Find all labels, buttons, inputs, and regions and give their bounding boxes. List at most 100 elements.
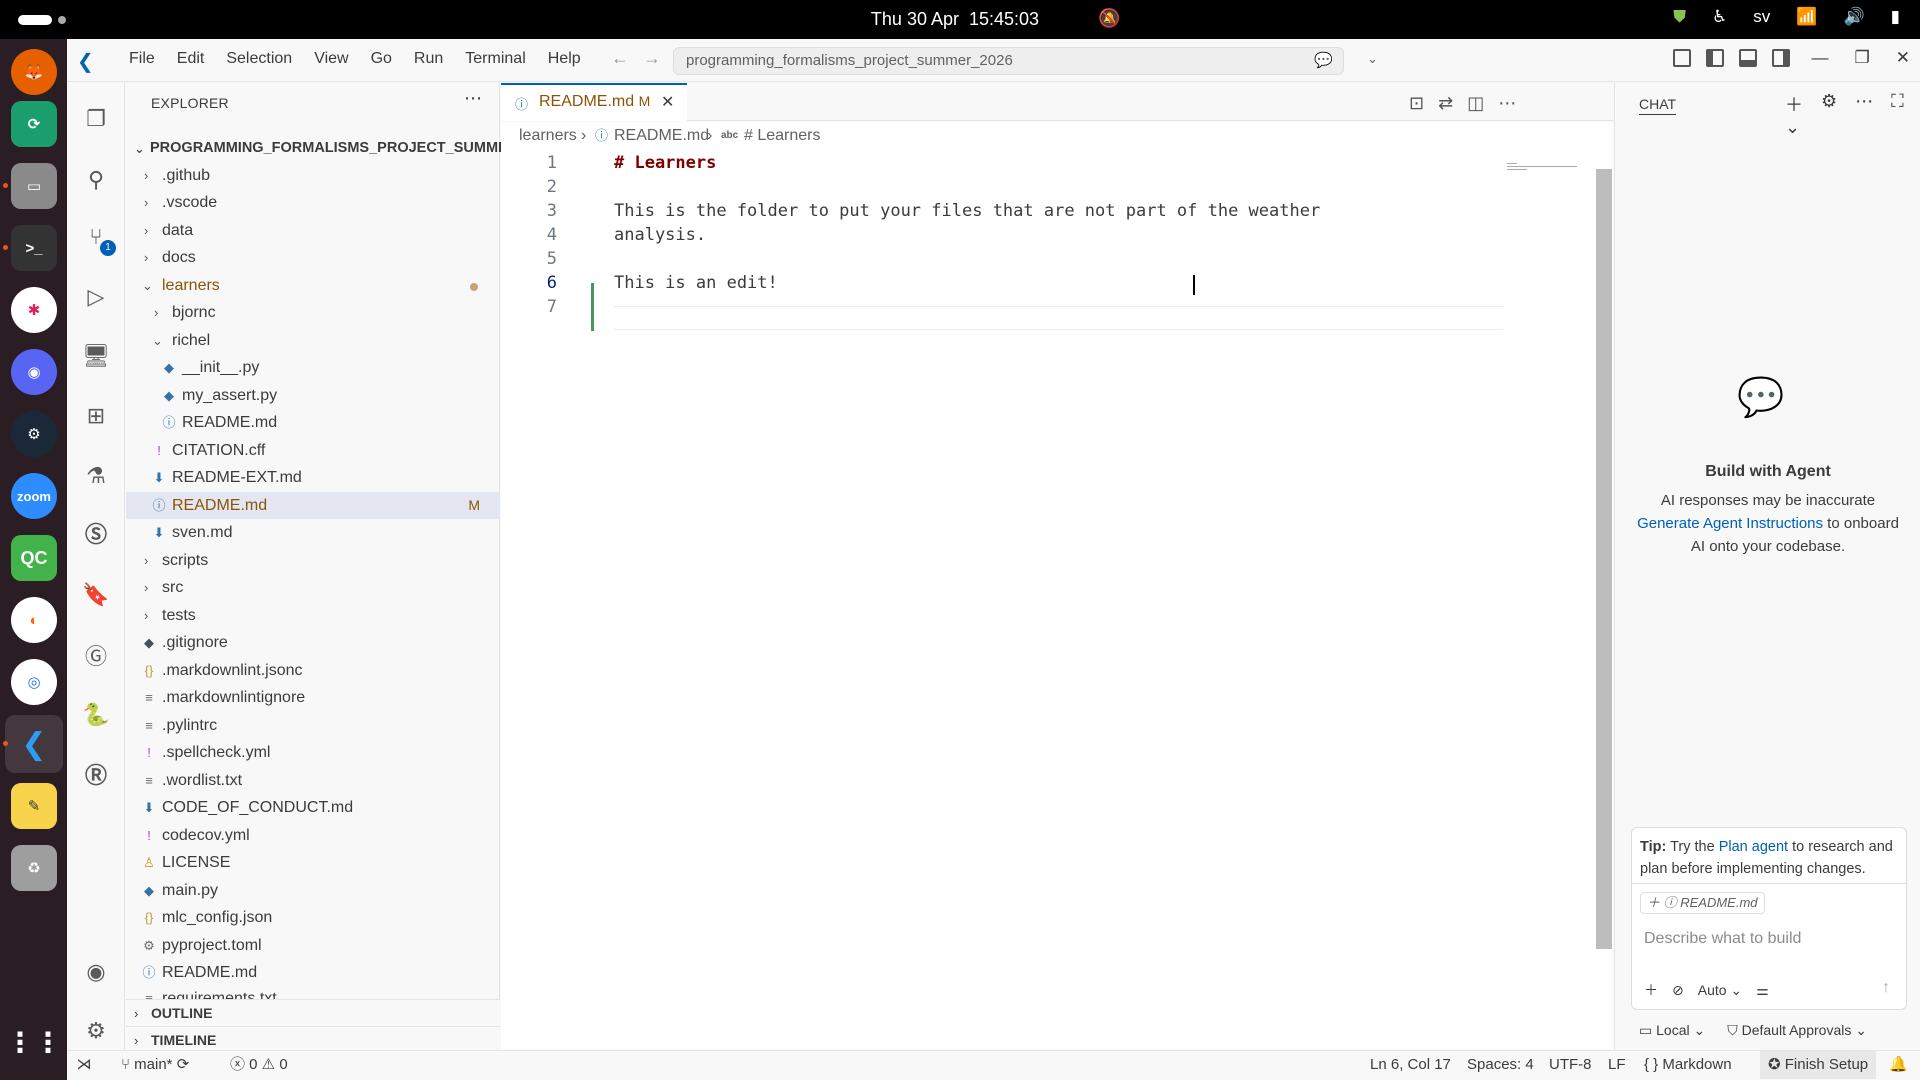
- r-language-icon[interactable]: Ⓡ: [80, 758, 112, 790]
- tree-item-readme-ext[interactable]: ⬇ README-EXT.md: [126, 464, 500, 491]
- python-icon[interactable]: 🐍: [80, 699, 112, 731]
- tree-item-wordlist[interactable]: ≡ .wordlist.txt: [126, 767, 500, 794]
- tree-item-github[interactable]: › .github: [126, 162, 500, 189]
- tree-item-richel-readme[interactable]: ⓘ README.md: [126, 409, 500, 436]
- gitlens-icon[interactable]: Ⓖ: [80, 639, 112, 671]
- tree-item-pylintrc[interactable]: ≡ .pylintrc: [126, 712, 500, 739]
- keyboard-language[interactable]: sv: [1753, 7, 1770, 27]
- more-actions-icon[interactable]: ⋯: [1855, 91, 1873, 138]
- postman-icon[interactable]: ◐: [11, 597, 57, 643]
- tree-item-mlc-config[interactable]: {} mlc_config.json: [126, 904, 500, 931]
- tree-item-markdownlintignore[interactable]: ≡ .markdownlintignore: [126, 684, 500, 711]
- trash-icon[interactable]: ♻: [11, 845, 57, 891]
- tree-item-code-of-conduct[interactable]: ⬇ CODE_OF_CONDUCT.md: [126, 794, 500, 821]
- tree-item-scripts[interactable]: › scripts: [126, 547, 500, 574]
- session-target[interactable]: ▭ Local ⌄: [1639, 1022, 1705, 1039]
- language-mode[interactable]: { } Markdown: [1644, 1051, 1732, 1079]
- finish-setup-button[interactable]: ✪ Finish Setup: [1760, 1051, 1877, 1079]
- source-control-icon[interactable]: ⑂ 1: [80, 221, 116, 256]
- command-center[interactable]: programming_formalisms_project_summer_20…: [673, 47, 1378, 75]
- files-icon[interactable]: ▭: [11, 163, 57, 209]
- show-apps-icon[interactable]: ⋮⋮: [6, 1019, 62, 1065]
- tree-item-main-py[interactable]: ◆ main.py: [126, 877, 500, 904]
- problems-indicator[interactable]: ⓧ 0 ⚠ 0: [230, 1051, 288, 1079]
- maximize-icon[interactable]: ❐: [1855, 48, 1870, 68]
- mode-picker[interactable]: Auto ⌄: [1698, 982, 1742, 999]
- bookmarks-icon[interactable]: 🔖: [80, 579, 112, 611]
- tree-item-gitignore[interactable]: ◆ .gitignore: [126, 629, 500, 656]
- chevron-down-icon[interactable]: ⌄: [1367, 51, 1378, 67]
- menu-file[interactable]: File: [118, 50, 166, 68]
- tree-item-tests[interactable]: › tests: [126, 602, 500, 629]
- testing-icon[interactable]: ⚗: [80, 460, 112, 492]
- tree-item-sven-md[interactable]: ⬇ sven.md: [126, 519, 500, 546]
- end-of-line[interactable]: LF: [1608, 1051, 1626, 1079]
- remote-explorer-icon[interactable]: 🖥: [80, 340, 112, 372]
- more-actions-icon[interactable]: ⋯: [1498, 93, 1516, 114]
- discord-icon[interactable]: ◉: [11, 349, 57, 395]
- tab-readme[interactable]: ⓘ README.md M ✕: [501, 83, 687, 121]
- tree-item-init-py[interactable]: ◆ __init__.py: [126, 354, 500, 381]
- toggle-panel-icon[interactable]: [1739, 49, 1757, 67]
- menu-help[interactable]: Help: [537, 50, 592, 68]
- remote-indicator-icon[interactable]: ⋊: [67, 1051, 101, 1079]
- vscode-icon[interactable]: ❮: [5, 715, 63, 773]
- tools-icon[interactable]: ⊘: [1672, 982, 1684, 999]
- tree-item-my-assert-py[interactable]: ◆ my_assert.py: [126, 382, 500, 409]
- tree-item-license[interactable]: ♙ LICENSE: [126, 849, 500, 876]
- search-icon[interactable]: ⚲: [80, 164, 112, 196]
- indentation[interactable]: Spaces: 4: [1467, 1051, 1534, 1079]
- cursor-position[interactable]: Ln 6, Col 17: [1370, 1051, 1451, 1079]
- qtcreator-icon[interactable]: QC: [11, 535, 57, 581]
- chat-title[interactable]: CHAT: [1639, 96, 1677, 115]
- toggle-secondary-sidebar-icon[interactable]: [1772, 49, 1790, 67]
- chromium-icon[interactable]: ◎: [11, 659, 57, 705]
- accounts-icon[interactable]: ◉: [80, 956, 112, 988]
- context-chip[interactable]: ＋ ⓘ README.md: [1640, 892, 1765, 914]
- editor-scrollbar[interactable]: [1596, 169, 1612, 949]
- tree-item-src[interactable]: › src: [126, 574, 500, 601]
- minimap[interactable]: [1507, 163, 1587, 175]
- timeline-section[interactable]: › TIMELINE: [126, 1026, 500, 1053]
- breadcrumb-file[interactable]: README.md: [614, 122, 709, 149]
- clock[interactable]: Thu 30 Apr 15:45:03: [0, 9, 1920, 30]
- manage-gear-icon[interactable]: ⚙: [80, 1015, 112, 1047]
- more-actions-icon[interactable]: ⋯: [464, 88, 482, 109]
- code-editor[interactable]: 1 # Learners 2 3 This is the folder to put…: [501, 149, 1613, 1049]
- tree-item-pyproject[interactable]: ⚙ pyproject.toml: [126, 932, 500, 959]
- tree-item-docs[interactable]: › docs: [126, 244, 500, 271]
- tree-item-learners[interactable]: ⌄ learners: [126, 272, 500, 299]
- menu-view[interactable]: View: [303, 50, 359, 68]
- close-icon[interactable]: ✕: [1896, 48, 1910, 68]
- back-arrow-icon[interactable]: ←: [611, 48, 629, 69]
- encoding[interactable]: UTF-8: [1549, 1051, 1592, 1079]
- configure-tools-icon[interactable]: ⚌: [1756, 982, 1769, 999]
- tree-item-markdownlint-jsonc[interactable]: {} .markdownlint.jsonc: [126, 657, 500, 684]
- outline-section[interactable]: › OUTLINE: [126, 999, 500, 1026]
- tree-item-codecov[interactable]: ! codecov.yml: [126, 822, 500, 849]
- new-chat-icon[interactable]: ＋⌄: [1785, 91, 1803, 138]
- firefox-icon[interactable]: 🦊: [11, 49, 57, 95]
- copilot-chat-icon[interactable]: 💬: [1314, 51, 1333, 69]
- menu-terminal[interactable]: Terminal: [454, 50, 536, 68]
- menu-go[interactable]: Go: [360, 50, 403, 68]
- slack-icon[interactable]: ✱: [11, 287, 57, 333]
- open-preview-icon[interactable]: ⊡: [1409, 93, 1424, 114]
- notifications-bell-icon[interactable]: 🔔: [1889, 1051, 1908, 1079]
- send-icon[interactable]: ↑: [1882, 979, 1890, 997]
- chat-input-box[interactable]: ＋ ⓘ README.md Describe what to build ＋ ⊘…: [1631, 883, 1907, 1010]
- tree-item-citation[interactable]: ! CITATION.cff: [126, 437, 500, 464]
- terminal-icon[interactable]: >_: [11, 225, 57, 271]
- git-branch[interactable]: ⑂ main* ⟳: [121, 1051, 189, 1079]
- text-editor-icon[interactable]: ✎: [11, 783, 57, 829]
- split-editor-icon[interactable]: ◫: [1467, 93, 1484, 114]
- approvals-picker[interactable]: ⛉ Default Approvals ⌄: [1727, 1022, 1867, 1039]
- breadcrumb-folder[interactable]: learners: [519, 122, 577, 149]
- run-debug-icon[interactable]: ▷: [80, 281, 112, 313]
- zoom-icon[interactable]: zoom: [11, 473, 57, 519]
- explorer-icon[interactable]: ❐: [80, 103, 112, 135]
- close-tab-icon[interactable]: ✕: [661, 92, 674, 112]
- tree-item-bjornc[interactable]: › bjornc: [126, 299, 500, 326]
- menu-selection[interactable]: Selection: [215, 50, 303, 68]
- workspace-root[interactable]: ⌄ PROGRAMMING_FORMALISMS_PROJECT_SUMMER.…: [126, 135, 530, 162]
